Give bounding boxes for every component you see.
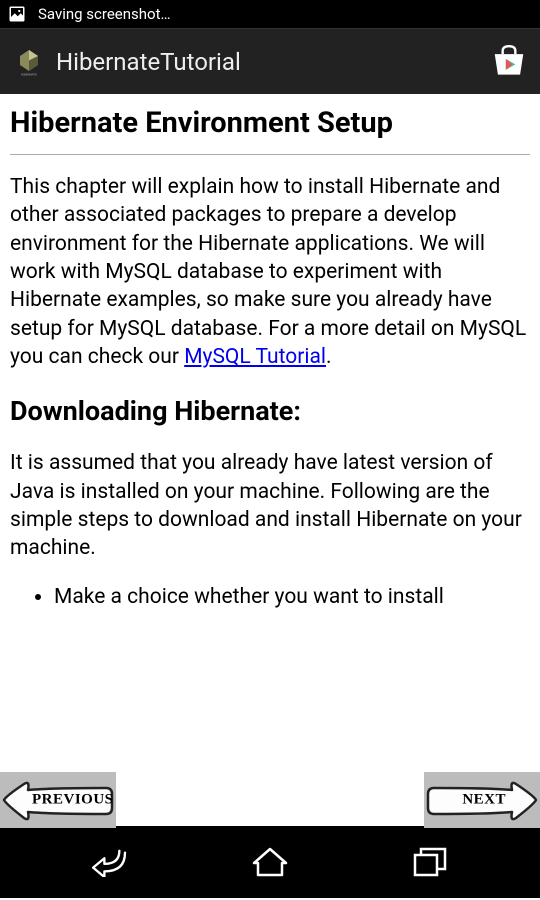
app-title: HibernateTutorial bbox=[56, 48, 490, 76]
mysql-tutorial-link[interactable]: MySQL Tutorial bbox=[184, 345, 326, 369]
previous-button[interactable]: PREVIOUS bbox=[0, 772, 116, 828]
app-bar: HIBERNATE HibernateTutorial bbox=[0, 28, 540, 94]
divider bbox=[10, 154, 530, 155]
previous-label: PREVIOUS bbox=[32, 792, 114, 809]
section-body: It is assumed that you already have late… bbox=[10, 449, 530, 562]
intro-paragraph: This chapter will explain how to install… bbox=[10, 173, 530, 371]
next-label: NEXT bbox=[462, 792, 506, 809]
home-icon[interactable] bbox=[250, 842, 290, 882]
bullet-list: Make a choice whether you want to instal… bbox=[10, 583, 530, 611]
svg-text:HIBERNATE: HIBERNATE bbox=[21, 72, 37, 76]
app-logo-icon: HIBERNATE bbox=[12, 45, 46, 79]
article-content: Hibernate Environment Setup This chapter… bbox=[0, 94, 540, 772]
list-item: Make a choice whether you want to instal… bbox=[54, 583, 530, 611]
page-heading: Hibernate Environment Setup bbox=[10, 106, 530, 140]
status-bar: Saving screenshot… bbox=[0, 0, 540, 28]
next-button[interactable]: NEXT bbox=[424, 772, 540, 828]
section-heading: Downloading Hibernate: bbox=[10, 395, 530, 427]
status-text: Saving screenshot… bbox=[38, 5, 171, 23]
back-icon[interactable] bbox=[90, 842, 130, 882]
android-nav-bar bbox=[0, 826, 540, 898]
photo-icon bbox=[8, 5, 26, 23]
recent-icon[interactable] bbox=[410, 842, 450, 882]
play-store-icon[interactable] bbox=[490, 43, 528, 81]
